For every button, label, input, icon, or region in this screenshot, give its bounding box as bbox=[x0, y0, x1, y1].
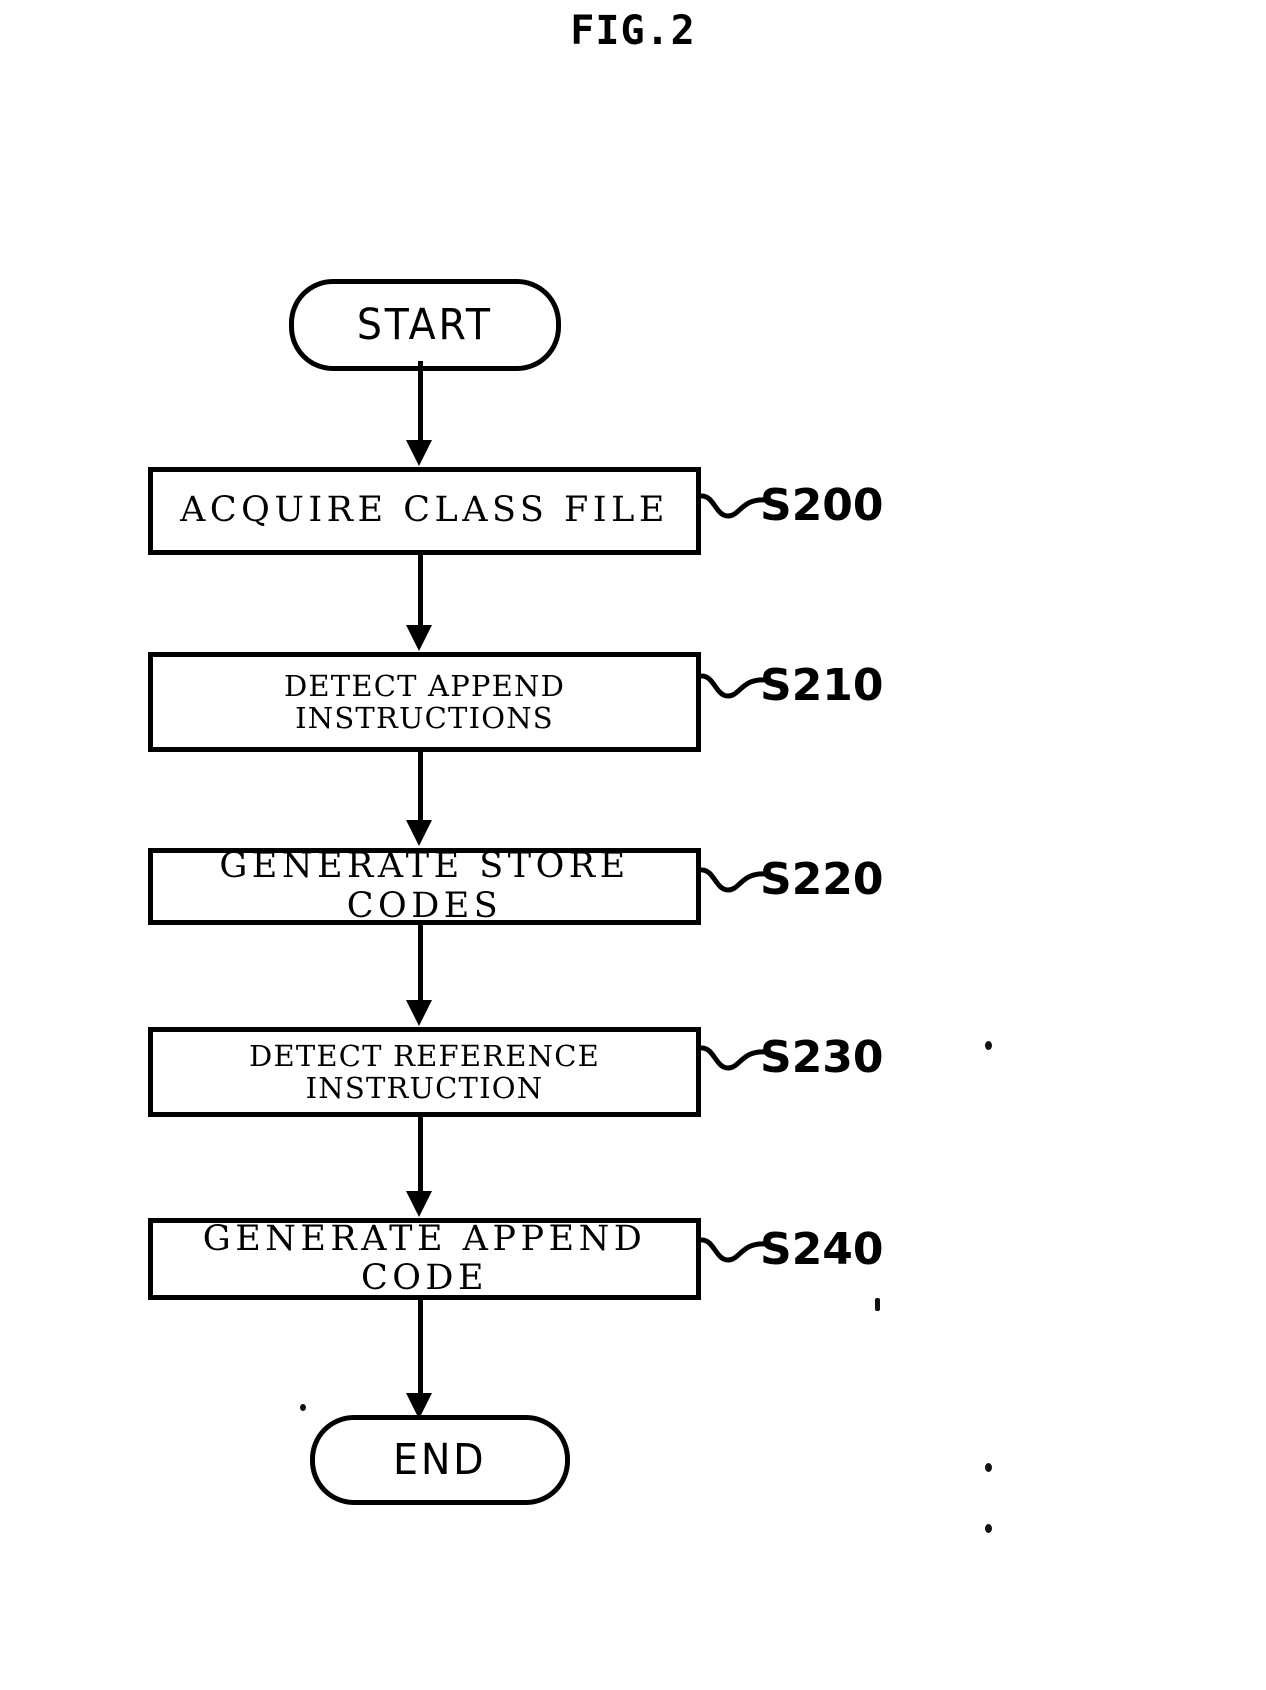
figure-title: FIG.2 bbox=[570, 8, 696, 54]
start-terminator: START bbox=[289, 279, 561, 371]
start-terminator-label: START bbox=[357, 300, 493, 350]
process-box-s230-label: DETECT REFERENCE INSTRUCTION bbox=[249, 1038, 600, 1105]
figure-page: FIG.2 START ACQUIRE CLASS FILE S200 DETE… bbox=[0, 0, 1266, 1690]
process-box-s220: GENERATE STORE CODES bbox=[148, 846, 701, 926]
ink-speck bbox=[985, 1463, 992, 1472]
arrowhead-s230-to-s240 bbox=[406, 1191, 432, 1217]
process-box-s240-label: GENERATE APPEND CODE bbox=[202, 1218, 647, 1298]
ink-speck bbox=[300, 1404, 306, 1411]
ink-speck bbox=[985, 1524, 992, 1533]
ink-speck bbox=[875, 1298, 880, 1311]
connector-s220-to-s230 bbox=[418, 925, 423, 1003]
arrowhead-s220-to-s230 bbox=[406, 1000, 432, 1026]
arrowhead-s200-to-s210 bbox=[406, 625, 432, 651]
step-ref-s200: S200 bbox=[760, 480, 884, 531]
arrowhead-s210-to-s220 bbox=[406, 820, 432, 846]
connector-s230-to-s240 bbox=[418, 1117, 423, 1193]
step-ref-s220: S220 bbox=[760, 854, 884, 905]
connector-start-to-s200 bbox=[418, 361, 423, 442]
process-box-s200: ACQUIRE CLASS FILE bbox=[148, 467, 701, 555]
process-box-s210-label: DETECT APPEND INSTRUCTIONS bbox=[283, 668, 566, 735]
connector-s240-to-end bbox=[418, 1300, 423, 1395]
process-box-s210: DETECT APPEND INSTRUCTIONS bbox=[148, 652, 701, 752]
step-ref-s230: S230 bbox=[760, 1032, 884, 1083]
process-box-s230: DETECT REFERENCE INSTRUCTION bbox=[148, 1027, 701, 1117]
end-terminator: END bbox=[310, 1415, 570, 1505]
process-box-s220-label: GENERATE STORE CODES bbox=[219, 846, 630, 926]
arrowhead-start-to-s200 bbox=[406, 440, 432, 466]
ink-speck bbox=[985, 1041, 992, 1050]
connector-s210-to-s220 bbox=[418, 752, 423, 822]
end-terminator-label: END bbox=[393, 1435, 487, 1485]
process-box-s240: GENERATE APPEND CODE bbox=[148, 1218, 701, 1300]
connector-s200-to-s210 bbox=[418, 555, 423, 627]
step-ref-s210: S210 bbox=[760, 660, 884, 711]
step-ref-s240: S240 bbox=[760, 1224, 884, 1275]
process-box-s200-label: ACQUIRE CLASS FILE bbox=[180, 490, 669, 531]
